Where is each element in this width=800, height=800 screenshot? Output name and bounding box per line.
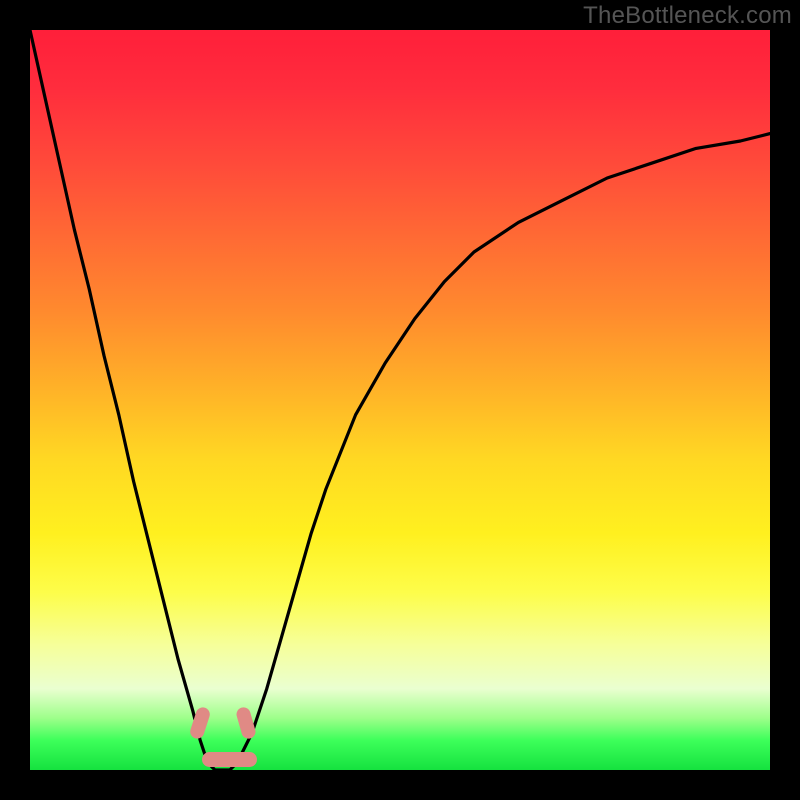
plot-area <box>30 30 770 770</box>
watermark-text: TheBottleneck.com <box>583 2 792 30</box>
bottleneck-curve <box>30 30 770 770</box>
curve-line <box>30 30 770 770</box>
marker-trough <box>202 752 257 767</box>
chart-frame: TheBottleneck.com <box>0 0 800 800</box>
